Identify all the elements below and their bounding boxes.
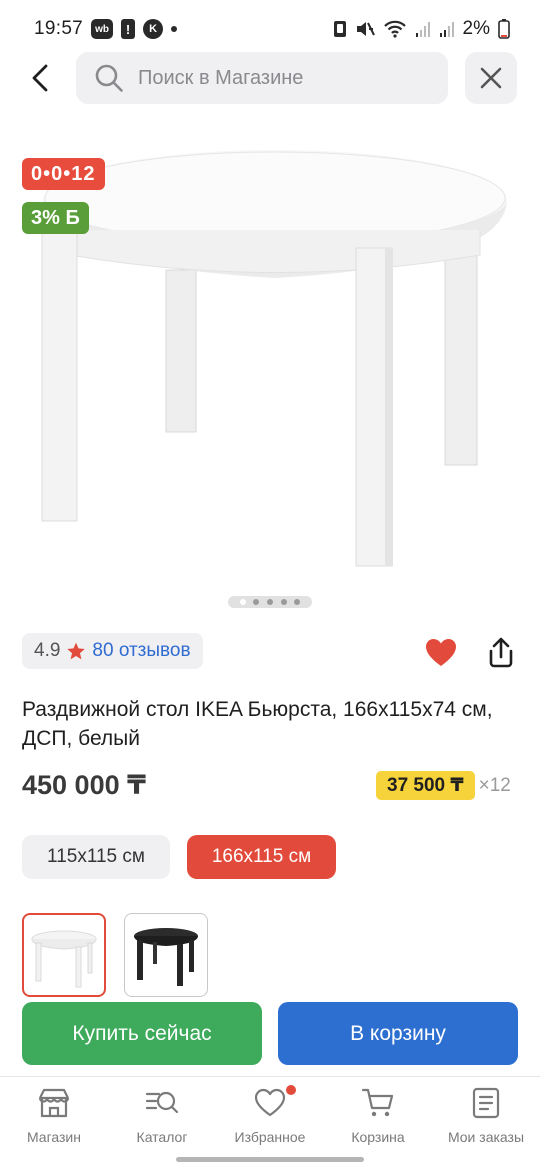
reviews-link[interactable]: 80 отзывов [92, 640, 190, 662]
share-button[interactable] [482, 634, 520, 672]
wifi-icon [383, 20, 406, 38]
carousel-indicator[interactable] [228, 596, 312, 608]
chevron-left-icon [32, 64, 48, 92]
alert-notification-icon: ! [121, 19, 136, 39]
heart-outline-icon [254, 1085, 296, 1121]
size-option-115x115[interactable]: 115x115 см [22, 835, 170, 879]
nav-label: Каталог [136, 1129, 188, 1145]
more-notifications-dot-icon [171, 26, 178, 32]
monthly-amount: 37 500 ₸ [376, 771, 475, 800]
nav-item-favorites[interactable]: Избранное [216, 1085, 324, 1151]
top-bar [0, 52, 540, 104]
status-bar: 19:57 wb ! K 2% [0, 0, 540, 58]
rating-value: 4.9 [34, 640, 61, 661]
signal-strong-icon [439, 22, 454, 37]
status-left: 19:57 wb ! K [34, 18, 178, 40]
installment-price[interactable]: 37 500 ₸ ×12 [376, 771, 511, 800]
bottom-navigation: Магазин Каталог Избранное Корзина Мои за… [0, 1076, 540, 1170]
wildberries-notification-icon: wb [91, 19, 114, 39]
share-icon [489, 637, 513, 668]
product-title: Раздвижной стол IKEA Бьюрста, 166х115х74… [22, 698, 493, 750]
carousel-dot[interactable] [294, 599, 301, 605]
variant-black[interactable] [124, 913, 208, 997]
search-bar[interactable] [76, 52, 448, 104]
status-time: 19:57 [34, 18, 84, 39]
nfc-icon [333, 21, 346, 37]
status-right: 2% [333, 18, 510, 40]
star-icon [67, 642, 86, 660]
kaspi-notification-icon: K [143, 19, 164, 39]
nav-label: Мои заказы [447, 1129, 525, 1145]
rating-pill[interactable]: 4.9 80 отзывов [22, 633, 203, 669]
back-button[interactable] [20, 52, 60, 104]
heart-filled-icon [426, 639, 456, 666]
product-gallery[interactable]: 0•0•12 3% Б [0, 120, 540, 620]
carousel-dot[interactable] [239, 599, 246, 605]
close-icon [480, 67, 502, 89]
close-button[interactable] [465, 52, 517, 104]
carousel-dot[interactable] [266, 599, 273, 605]
bonus-badge: 3% Б [22, 202, 89, 234]
buy-now-button[interactable]: Купить сейчас [22, 1002, 262, 1065]
monthly-multiplier: ×12 [478, 774, 511, 796]
favorite-button[interactable] [422, 634, 460, 672]
variant-black-thumbnail [134, 928, 198, 986]
variant-white-thumbnail [31, 930, 97, 988]
carousel-dot[interactable] [253, 599, 260, 605]
notification-dot [286, 1085, 296, 1095]
variant-white[interactable] [22, 913, 106, 997]
catalog-search-icon [144, 1085, 180, 1121]
nav-label: Корзина [351, 1129, 405, 1145]
add-to-cart-button[interactable]: В корзину [278, 1002, 518, 1065]
mute-icon [356, 22, 375, 36]
search-input[interactable] [138, 66, 428, 90]
nav-item-cart[interactable]: Корзина [324, 1085, 432, 1151]
product-price: 450 000 ₸ [22, 770, 146, 800]
nav-label: Магазин [26, 1129, 81, 1145]
nav-item-catalog[interactable]: Каталог [108, 1085, 216, 1151]
nav-item-store[interactable]: Магазин [0, 1085, 108, 1151]
search-icon [95, 64, 123, 92]
nav-item-orders[interactable]: Мои заказы [432, 1085, 540, 1151]
size-option-166x115[interactable]: 166x115 см [187, 835, 336, 879]
battery-icon [498, 19, 510, 39]
signal-weak-icon [415, 22, 430, 37]
home-indicator[interactable] [176, 1157, 364, 1162]
battery-percent: 2% [462, 18, 490, 39]
store-icon [37, 1085, 71, 1121]
orders-icon [471, 1085, 501, 1121]
cart-icon [361, 1085, 395, 1121]
nav-label: Избранное [234, 1129, 306, 1145]
installment-badge: 0•0•12 [22, 158, 105, 190]
carousel-dot[interactable] [280, 599, 287, 605]
